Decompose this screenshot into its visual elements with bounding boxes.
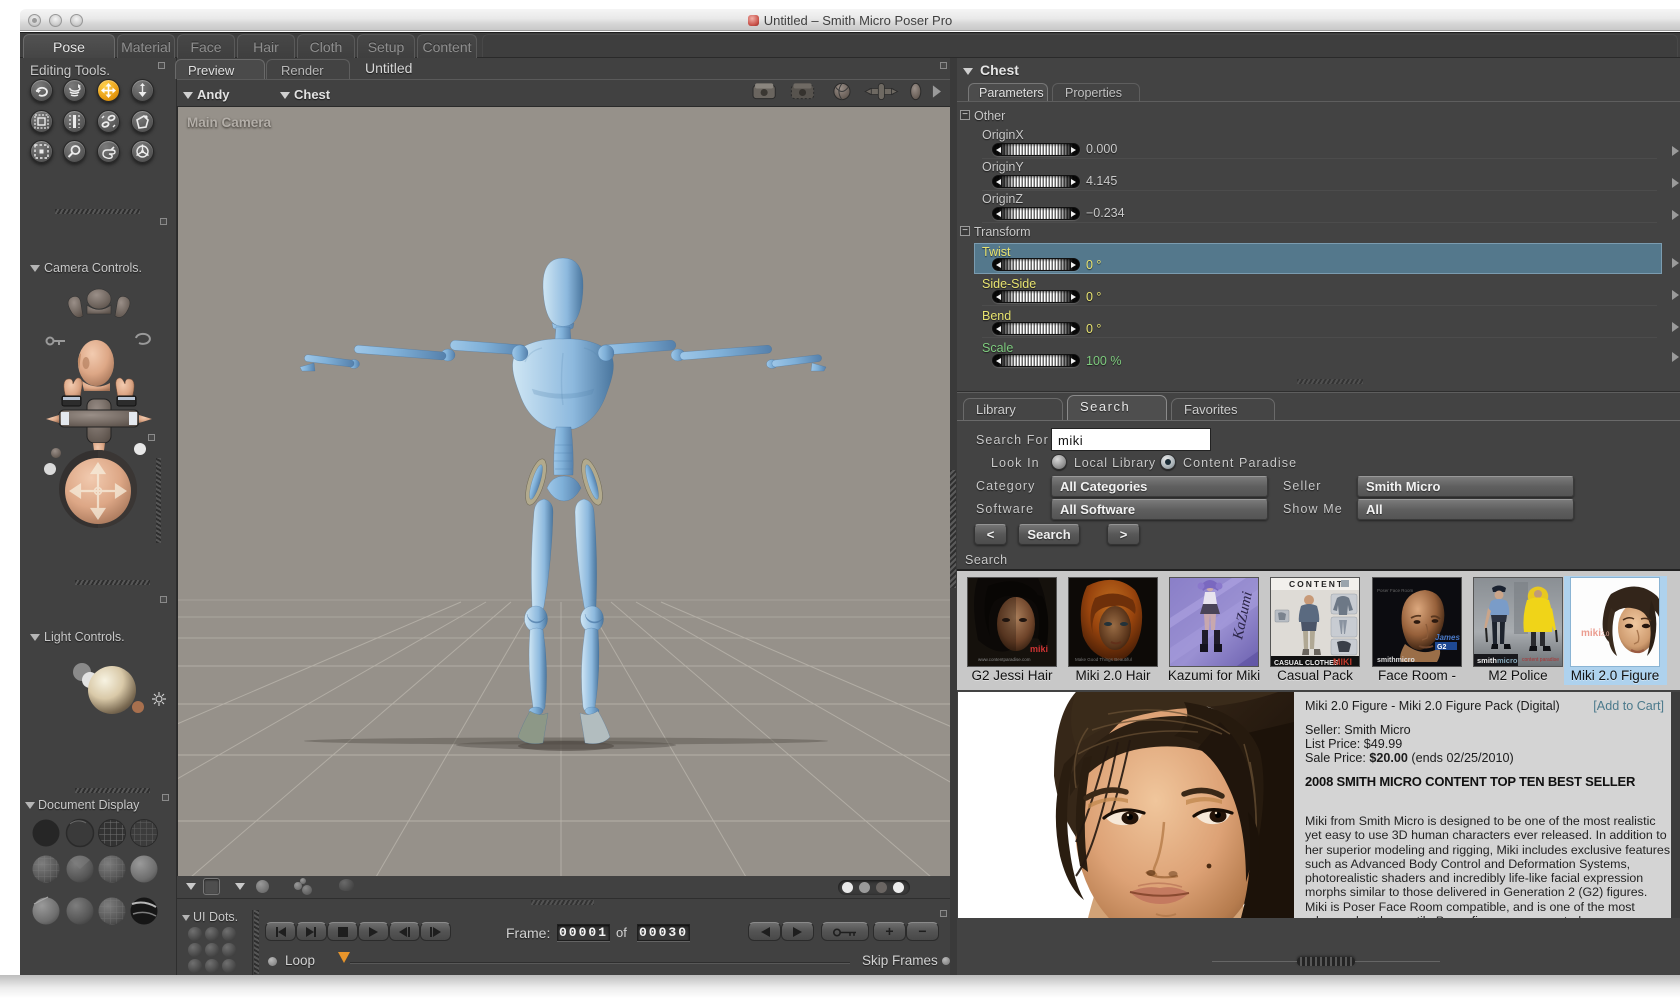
svg-text:CONTENT: CONTENT — [1289, 579, 1344, 589]
svg-text:G2: G2 — [1437, 644, 1446, 651]
svg-text:www.contentparadise.com: www.contentparadise.com — [978, 657, 1031, 662]
svg-text:miki: miki — [1581, 628, 1601, 639]
svg-text:content paradise: content paradise — [1522, 657, 1559, 663]
svg-text:2.0: 2.0 — [1601, 632, 1610, 638]
svg-text:miki: miki — [1030, 644, 1048, 654]
svg-text:Make Good Things Beautiful: Make Good Things Beautiful — [1075, 657, 1132, 662]
svg-text:smithmicro: smithmicro — [1377, 657, 1415, 664]
svg-text:smithmicro: smithmicro — [1477, 656, 1518, 665]
svg-text:Poser Face Room: Poser Face Room — [1377, 588, 1414, 593]
svg-text:James: James — [1435, 633, 1460, 642]
svg-text:CASUAL CLOTHES: CASUAL CLOTHES — [1274, 660, 1339, 667]
svg-text:MIKI: MIKI — [1333, 657, 1352, 667]
